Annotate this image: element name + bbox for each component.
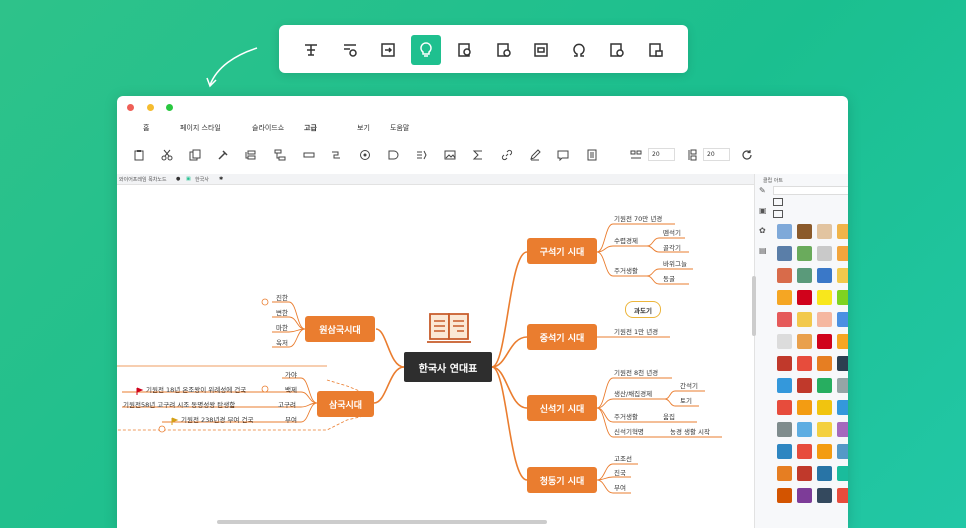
search-doc-icon[interactable]: [450, 35, 480, 65]
clock-doc-icon[interactable]: [602, 35, 632, 65]
leaf-topic[interactable]: 수렵경제: [614, 235, 638, 245]
mindmap-connectors: [117, 223, 722, 494]
era-node-paleolithic[interactable]: 구석기 시대: [527, 238, 597, 264]
leaf-topic[interactable]: 마한: [276, 322, 288, 332]
leaf-topic[interactable]: 고구려: [278, 399, 296, 409]
leaf-topic[interactable]: 변한: [276, 307, 288, 317]
leaf-topic[interactable]: 기원전58년 고구려 시조 동명성왕 탄생함: [123, 399, 235, 409]
leaf-topic[interactable]: 농경 생활 시작: [670, 426, 710, 436]
export-icon[interactable]: [373, 35, 403, 65]
pointer-arrow-icon: [206, 47, 258, 88]
center-frame-icon[interactable]: [526, 35, 556, 65]
leaf-topic[interactable]: 뗀석기: [663, 227, 681, 237]
app-window: 홈 페이지 스타일 슬라이드쇼 고급 보기 도움말 20 20 와이어프레임 목…: [117, 96, 848, 528]
leaf-topic[interactable]: 기원전 238년경 부여 건국: [181, 414, 253, 424]
era-node-three-kingdoms[interactable]: 삼국시대: [317, 391, 374, 417]
leaf-topic[interactable]: 진국: [614, 467, 626, 477]
leaf-topic[interactable]: 옥저: [276, 337, 288, 347]
lock-doc-icon[interactable]: [641, 35, 671, 65]
leaf-topic[interactable]: 진한: [276, 292, 288, 302]
leaf-topic[interactable]: 주거생활: [614, 411, 638, 421]
leaf-topic[interactable]: 주거생활: [614, 265, 638, 275]
leaf-topic[interactable]: 골각기: [663, 242, 681, 252]
central-topic[interactable]: 한국사 연대표: [404, 352, 492, 382]
idea-bulb-icon[interactable]: [411, 35, 441, 65]
layout-settings-icon[interactable]: [335, 35, 365, 65]
layout-tree-icon[interactable]: [296, 35, 326, 65]
leaf-topic[interactable]: 기원전 70만 년경: [614, 213, 662, 223]
leaf-topic[interactable]: 부여: [614, 482, 626, 492]
leaf-topic[interactable]: 기원전 1만 년경: [614, 326, 658, 336]
leaf-topic[interactable]: 고조선: [614, 453, 632, 463]
leaf-topic[interactable]: 움집: [663, 411, 675, 421]
background: 홈 페이지 스타일 슬라이드쇼 고급 보기 도움말 20 20 와이어프레임 목…: [0, 0, 966, 528]
omega-icon[interactable]: [564, 35, 594, 65]
leaf-topic[interactable]: 가야: [285, 369, 297, 379]
leaf-topic[interactable]: 토기: [680, 395, 692, 405]
era-node-bronze[interactable]: 청동기 시대: [527, 467, 597, 493]
callout-transition[interactable]: 과도기: [625, 301, 661, 318]
leaf-topic[interactable]: 백제: [285, 384, 297, 394]
era-node-proto-three-kingdoms[interactable]: 원삼국시대: [305, 316, 375, 342]
leaf-topic[interactable]: 기원전 8천 년경: [614, 367, 658, 377]
leaf-topic[interactable]: 부여: [285, 414, 297, 424]
era-node-neolithic[interactable]: 신석기 시대: [527, 395, 597, 421]
leaf-topic[interactable]: 간석기: [680, 380, 698, 390]
leaf-topic[interactable]: 바위그늘: [663, 258, 687, 268]
leaf-topic[interactable]: 신석기혁명: [614, 426, 644, 436]
floating-toolbar: [279, 25, 688, 73]
book-icon: [427, 313, 471, 343]
leaf-topic[interactable]: 동굴: [663, 273, 675, 283]
leaf-topic[interactable]: 생산/채집경제: [614, 388, 652, 398]
check-doc-icon[interactable]: [489, 35, 519, 65]
leaf-topic[interactable]: 기원전 18년 온조왕이 위례성에 건국: [146, 384, 246, 394]
era-node-mesolithic[interactable]: 중석기 시대: [527, 324, 597, 350]
